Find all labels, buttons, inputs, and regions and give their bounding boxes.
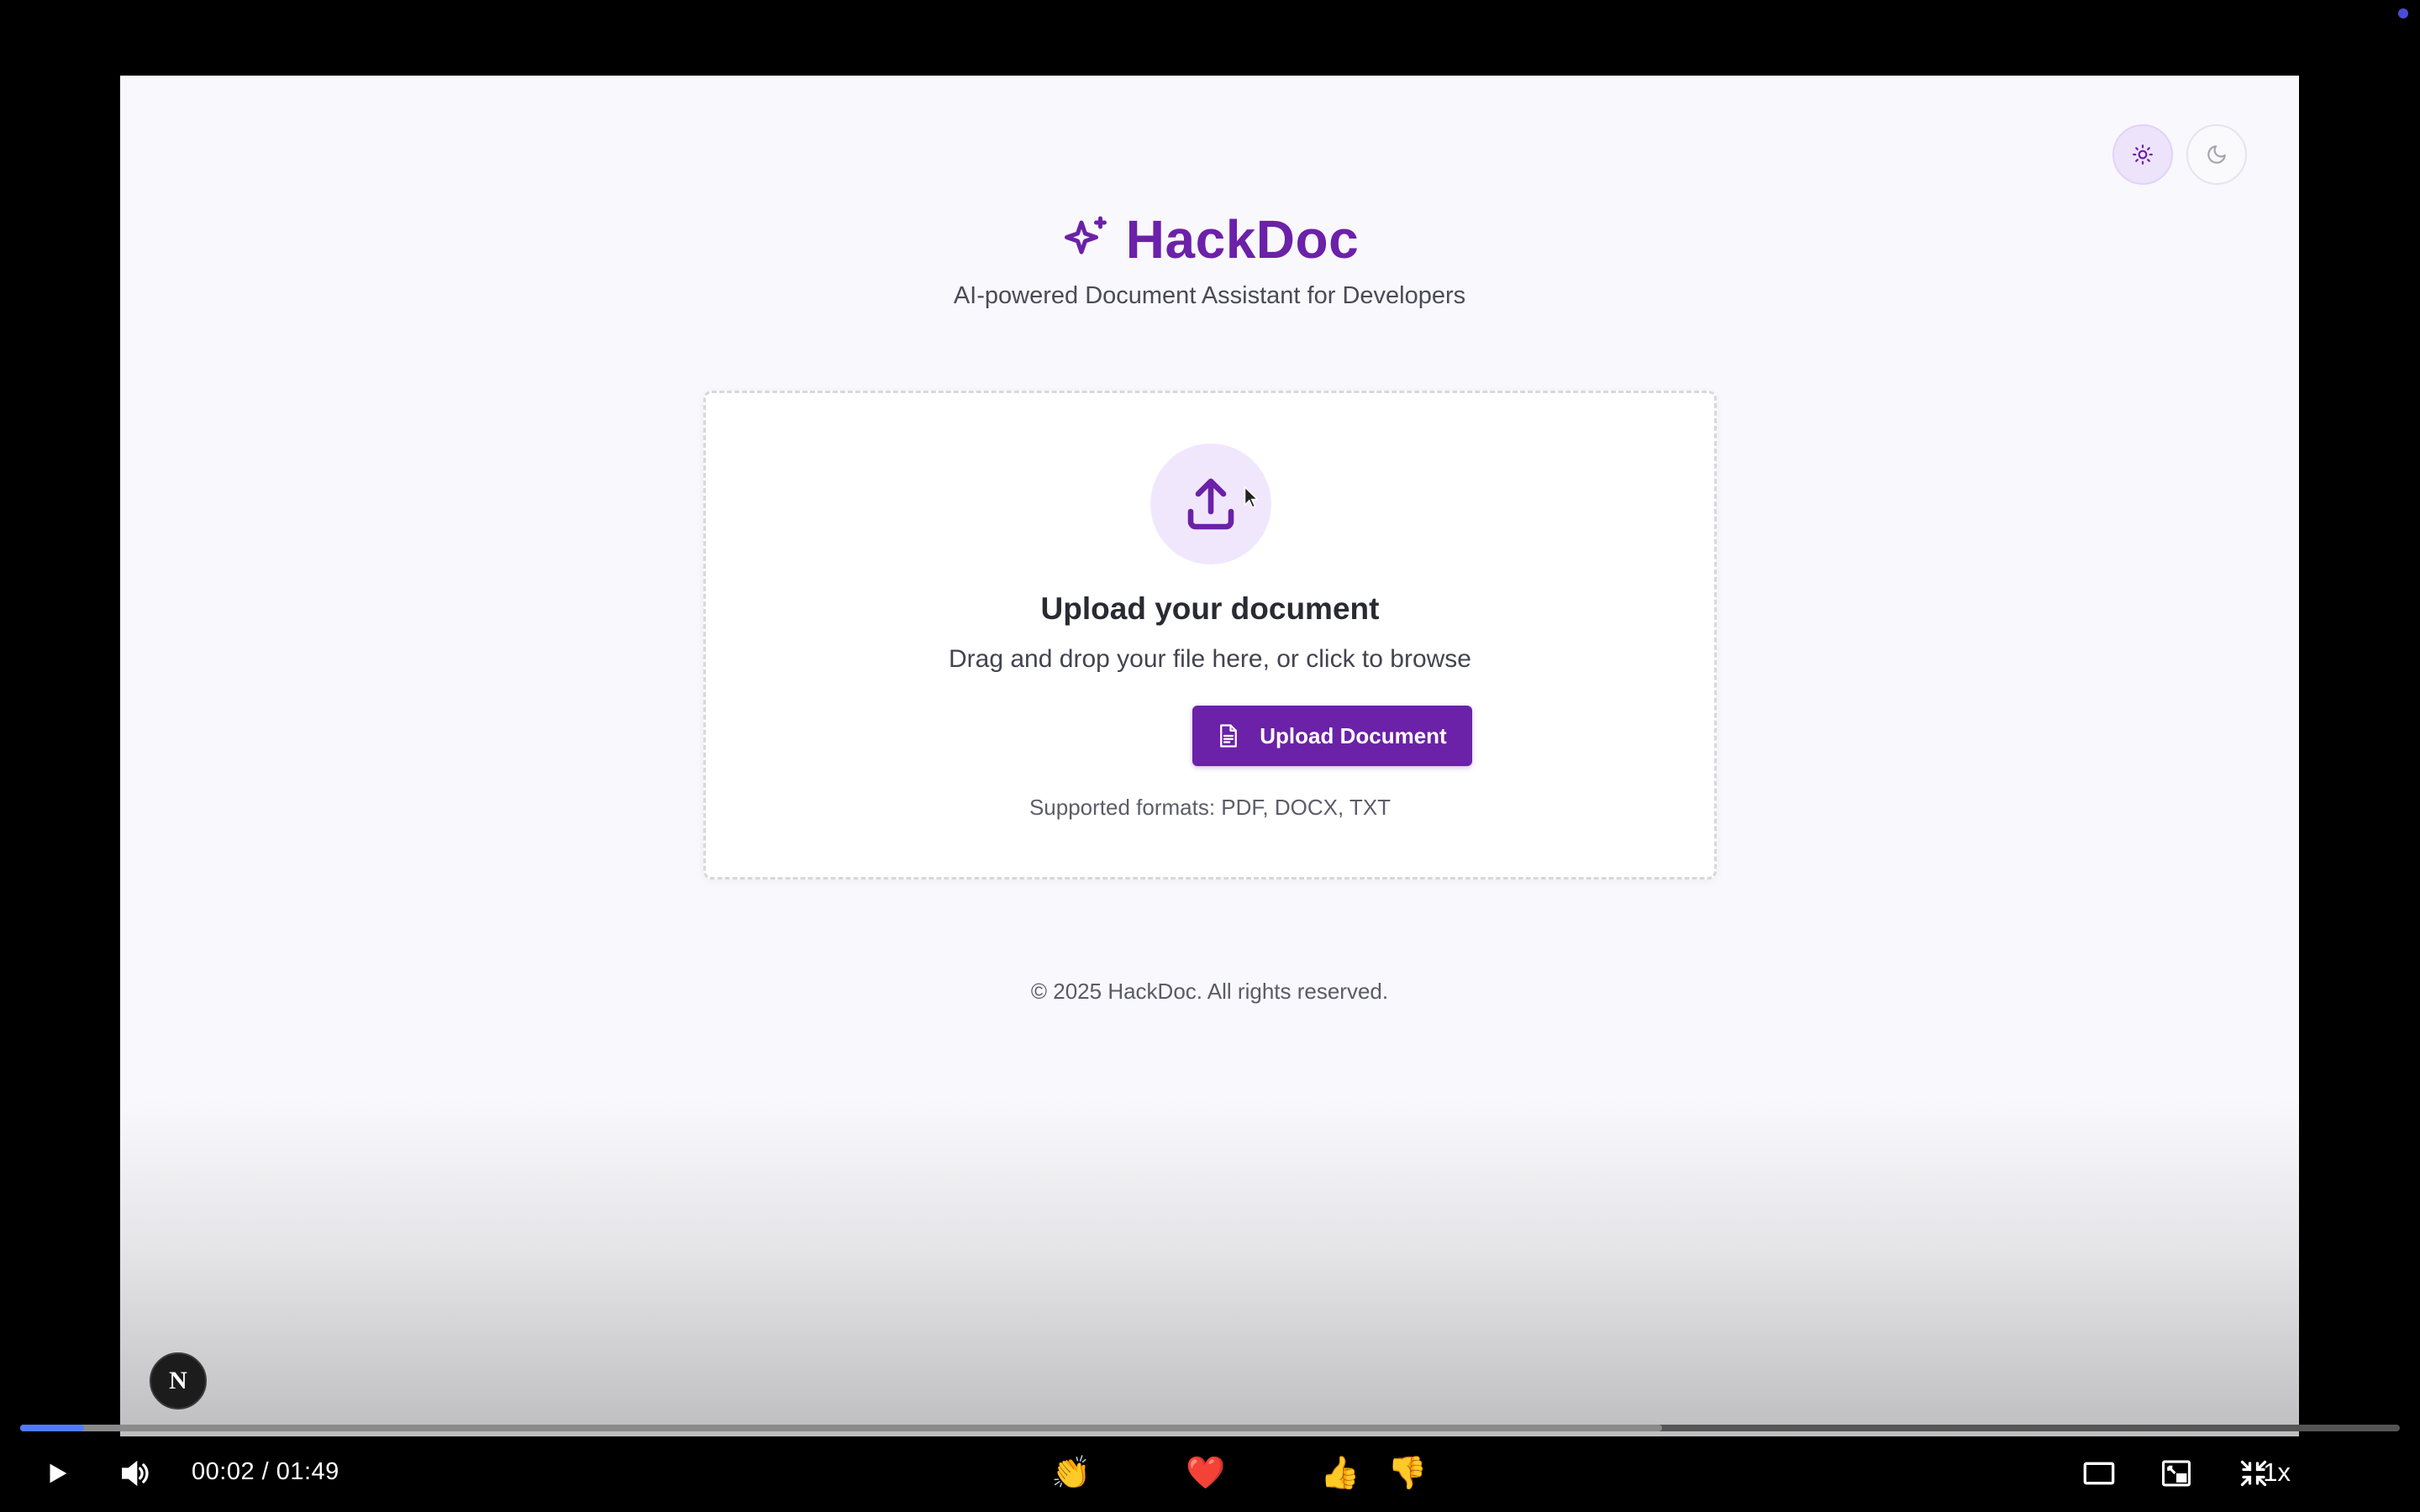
reaction-thumbs-down[interactable]: 👎 [1386,1450,1428,1497]
exit-fullscreen-icon [2240,1460,2267,1487]
sun-icon [2133,144,2153,165]
reaction-surprised[interactable]: 😮 [1252,1450,1294,1497]
play-icon [50,1463,67,1483]
dark-theme-button[interactable] [2186,124,2247,185]
app-frame: HackDoc AI-powered Document Assistant fo… [120,76,2299,1436]
sparkles-icon [1064,216,1107,255]
exit-fullscreen-button[interactable] [2235,1455,2272,1492]
reaction-thumbs-up[interactable]: 👍 [1319,1450,1361,1497]
play-button[interactable] [39,1455,76,1492]
frame-fade-overlay [120,1100,2299,1436]
nextjs-badge[interactable]: N [150,1352,207,1410]
reaction-laugh[interactable]: 😂 [1118,1450,1160,1497]
theater-mode-button[interactable] [2081,1455,2118,1492]
nextjs-logo-icon: N [169,1367,187,1394]
progress-played [20,1425,85,1431]
light-theme-button[interactable] [2112,124,2173,185]
player-controls: 00:02 / 01:49 👏 😂 ❤️ 😮 👍 👎 1x [0,1446,2420,1500]
mouse-cursor-icon [1244,486,1259,509]
upload-instructions: Drag and drop your file here, or click t… [949,645,1471,673]
document-icon [1220,724,1238,748]
brand-title: HackDoc [1125,209,1360,270]
reaction-clap[interactable]: 👏 [1050,1450,1092,1497]
upload-icon [1187,478,1234,530]
volume-icon [122,1460,149,1487]
upload-dropzone[interactable]: Upload your document Drag and drop your … [703,391,1717,879]
recording-indicator [2398,8,2408,18]
footer-copyright: © 2025 HackDoc. All rights reserved. [1030,979,1389,1004]
video-progress-bar[interactable] [20,1425,2400,1431]
upload-button-label: Upload Document [1260,722,1447,748]
page-subtitle: AI-powered Document Assistant for Develo… [953,282,1466,309]
video-time: 00:02 / 01:49 [192,1458,339,1485]
progress-buffered [20,1425,1663,1431]
moon-icon [2207,145,2226,164]
volume-button[interactable] [116,1455,153,1492]
theater-mode-icon [2083,1462,2115,1485]
reaction-heart[interactable]: ❤️ [1185,1450,1227,1497]
supported-formats: Supported formats: PDF, DOCX, TXT [1028,795,1392,820]
upload-title: Upload your document [1040,591,1380,626]
upload-document-button[interactable]: Upload Document [1192,706,1472,766]
theme-toggle [2112,124,2247,185]
picture-in-picture-button[interactable] [2158,1455,2195,1492]
brand-header: HackDoc [120,208,2299,270]
reaction-bar: 👏 😂 ❤️ 😮 👍 👎 [1050,1450,1428,1497]
picture-in-picture-icon [2162,1460,2191,1487]
